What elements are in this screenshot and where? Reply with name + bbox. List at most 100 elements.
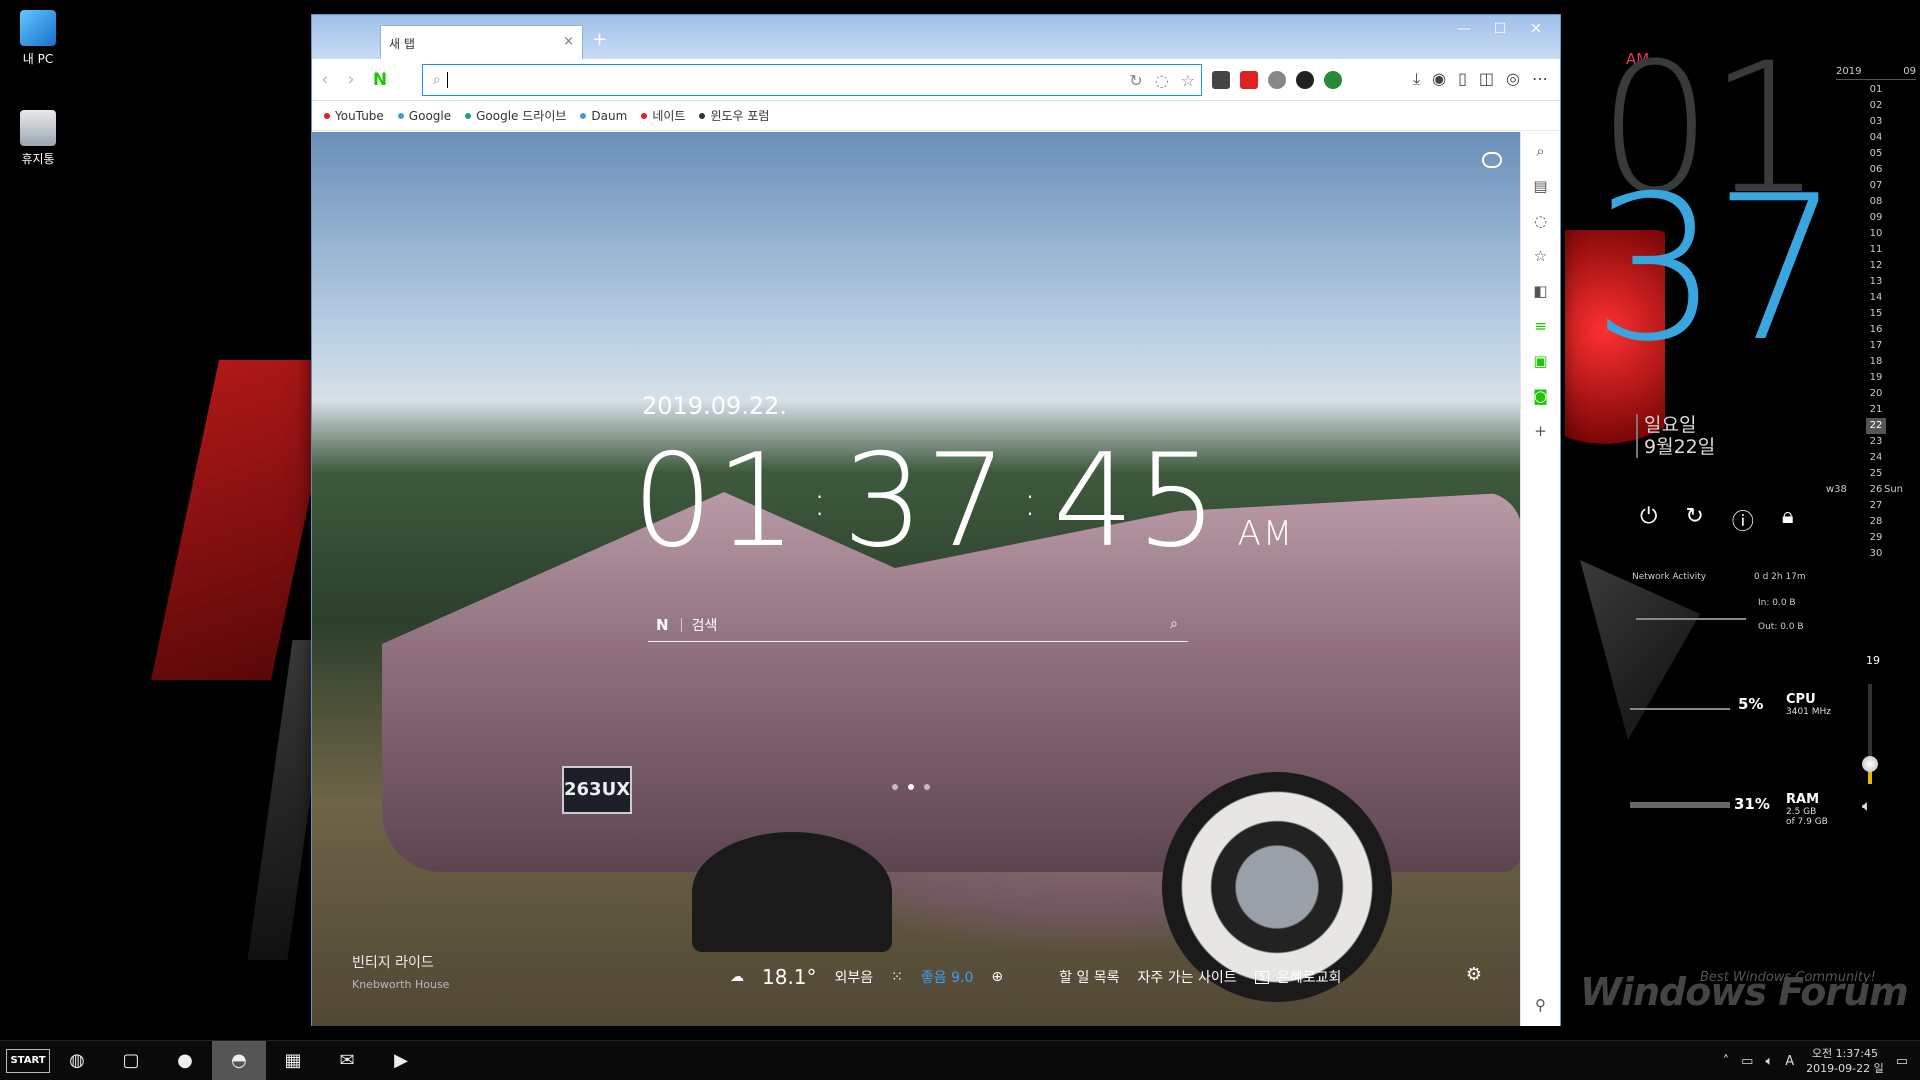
widget-clock-minute: 37 [1592,153,1840,386]
bookmark-windows-forum[interactable]: 윈도우 포럼 [699,107,769,124]
newtab-clock: 01 : 37 : 45 AM [632,427,1294,576]
tray-clock[interactable]: 오전 1:37:45 2019-09-22 일 [1806,1046,1884,1076]
tray-chevron-up-icon[interactable]: ˄ [1723,1054,1730,1069]
minimize-button[interactable]: — [1446,19,1482,39]
split-view-icon[interactable]: ◫ [1479,69,1494,89]
ram-percent: 31% [1734,795,1770,813]
desktop-icon-this-pc[interactable]: 내 PC [8,10,68,67]
sidebar-shield-icon[interactable]: ◌ [1532,212,1550,230]
reader-icon[interactable]: ▯ [1458,69,1467,89]
todo-link[interactable]: 할 일 목록 [1059,967,1119,987]
computer-icon [20,10,56,46]
sidebar-app-icon[interactable]: ◙ [1532,387,1550,405]
bookmark-daum[interactable]: Daum [580,109,627,123]
newtab-bottom-bar: ☁ 18.1° 외부음 ⁙ 좋음 9.0 ⊕ 할 일 목록 자주 가는 사이트 … [730,965,1341,989]
extension-icon[interactable] [1324,71,1342,89]
start-button[interactable]: START [6,1048,50,1073]
taskbar-folder-icon[interactable]: ▦ [266,1041,320,1080]
location-icon[interactable]: ⊕ [991,969,1003,985]
extension-icon[interactable] [1240,71,1258,89]
extension-icons [1212,71,1342,89]
extension-icon[interactable] [1212,71,1230,89]
system-tray: ˄ ▭ 🔈︎ A 오전 1:37:45 2019-09-22 일 ▭ [1723,1041,1920,1080]
frequent-sites-link[interactable]: 자주 가는 사이트 [1138,967,1237,987]
profile-icon[interactable]: ◎ [1506,69,1520,89]
taskbar-browser-icon[interactable]: ◓ [212,1040,266,1080]
sidebar-translate-icon[interactable]: ◧ [1532,282,1550,300]
bookmark-youtube[interactable]: YouTube [324,109,384,123]
cpu-frequency: 3401 MHz [1786,707,1832,717]
volume-knob[interactable] [1862,756,1878,772]
taskbar-media-icon[interactable]: ▶ [374,1041,428,1080]
bookmark-google[interactable]: Google [397,109,451,123]
whale-shield-icon[interactable]: ◌ [1155,71,1169,90]
bookmark-google-drive[interactable]: Google 드라이브 [465,107,566,124]
notification-icon[interactable]: ▭ [1896,1054,1908,1069]
tray-ime-indicator[interactable]: A [1785,1054,1794,1069]
weather-temperature[interactable]: 18.1° [762,965,817,989]
tab-close-icon[interactable]: × [563,34,574,49]
calendar-day: 12 [1869,260,1883,271]
tray-network-icon[interactable]: ▭ [1741,1054,1753,1069]
chat-icon[interactable] [1482,152,1502,168]
slide-dot[interactable] [892,784,898,790]
search-placeholder: 검색 [691,617,718,634]
calendar-day: 02 [1869,100,1883,111]
site-badge: 5 [1254,970,1269,984]
new-tab-button[interactable]: + [592,29,607,50]
widget-clock-date: 일요일 9월22일 [1636,414,1715,458]
address-bar[interactable]: ⌕ ↻ ◌ ☆ [422,64,1202,96]
power-icon[interactable]: ⏻ [1640,504,1657,536]
extension-icon[interactable] [1268,71,1286,89]
taskbar-window-icon[interactable]: ▢ [104,1041,158,1080]
capture-icon[interactable]: ◉ [1432,69,1446,89]
slide-dot-active[interactable] [908,784,914,790]
taskbar-circle-app-icon[interactable]: ● [158,1041,212,1080]
taskbar-mail-icon[interactable]: ✉ [320,1041,374,1080]
maximize-button[interactable]: ☐ [1482,19,1518,39]
bookmark-star-icon[interactable]: ☆ [1181,71,1195,90]
naver-logo-icon: N [656,615,669,634]
search-icon[interactable]: ⌕ [1170,616,1178,632]
sleep-icon[interactable]: ⓘ [1732,504,1754,536]
bookmark-nate[interactable]: 네이트 [641,107,685,124]
sidebar-inbox-icon[interactable]: ▤ [1532,177,1550,195]
lock-icon[interactable]: 🔒︎ [1782,504,1794,536]
restart-icon[interactable]: ↻ [1685,504,1703,536]
tray-volume-icon[interactable]: 🔈︎ [1765,1054,1773,1069]
calendar-day: 18 [1869,356,1883,367]
sidebar-memo-icon[interactable]: ▣ [1532,352,1550,370]
calendar-week-number: w38 [1826,484,1847,495]
sidebar-add-icon[interactable]: + [1532,422,1550,440]
taskbar-globe-icon[interactable]: ◍ [50,1041,104,1080]
more-menu-icon[interactable]: ⋯ [1532,69,1548,89]
forward-icon[interactable]: › [338,69,364,90]
browser-window: 새 탭 × + — ☐ ✕ ‹ › N ⌕ ↻ ◌ ☆ ⤓ ◉ ▯ ◫ ◎ ⋯ … [311,14,1561,1026]
sidebar-search-icon[interactable]: ⌕ [1532,142,1550,160]
extension-icon[interactable] [1296,71,1314,89]
naver-home-icon[interactable]: N [370,70,390,90]
slide-dot[interactable] [924,784,930,790]
newtab-search-box[interactable]: N 검색 ⌕ [648,608,1188,642]
speaker-icon[interactable]: 🔈︎ [1862,796,1872,816]
calendar-day: 22 [1866,418,1886,434]
newtab-date: 2019.09.22. [642,392,788,420]
settings-gear-icon[interactable]: ⚙ [1466,964,1482,985]
calendar-day: 03 [1869,116,1883,127]
network-out: Out: 0.0 B [1758,622,1804,632]
dust-level[interactable]: 좋음 9.0 [921,967,973,987]
desktop-icon-recycle-bin[interactable]: 휴지통 [8,110,68,167]
church-link[interactable]: 은혜로교회 [1277,967,1341,987]
sidebar-pin-icon[interactable]: ⚲ [1532,996,1550,1014]
sidebar-star-icon[interactable]: ☆ [1532,247,1550,265]
reload-icon[interactable]: ↻ [1129,71,1142,90]
download-icon[interactable]: ⤓ [1413,69,1420,89]
back-icon[interactable]: ‹ [312,69,338,90]
close-button[interactable]: ✕ [1518,19,1554,39]
slide-indicator [892,784,930,790]
weather-condition[interactable]: 외부음 [835,967,874,987]
sidebar-list-icon[interactable]: ≡ [1532,317,1550,335]
bookmark-dot-icon [397,112,404,119]
tab-new-tab[interactable]: 새 탭 × [380,25,583,59]
tab-title: 새 탭 [389,37,415,51]
